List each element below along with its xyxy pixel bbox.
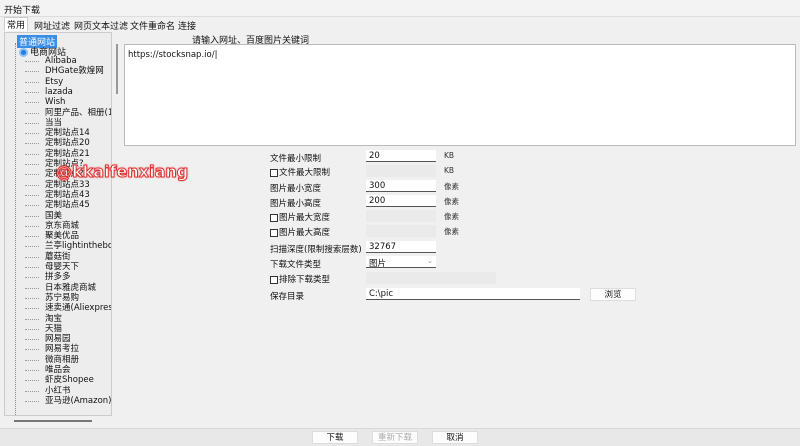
tree-horizontal-scrollbar[interactable]: [14, 420, 92, 422]
tree-item[interactable]: 网易园: [25, 334, 71, 344]
max-size-unit: KB: [444, 166, 455, 175]
tree-item[interactable]: 阿里产品、相册(16: [25, 108, 111, 118]
tab-url-filter[interactable]: 网址过滤: [32, 19, 72, 32]
tree-item[interactable]: 定制站点45: [25, 200, 90, 210]
tree-item[interactable]: 唯品会: [25, 365, 71, 375]
tree-item[interactable]: 网易考拉: [24, 344, 79, 354]
tree-item[interactable]: DHGate敦煌网: [25, 66, 104, 76]
depth-input[interactable]: 32767: [366, 241, 436, 253]
checkbox-icon: [270, 168, 278, 177]
tree-item[interactable]: 亚马逊(Amazon): [25, 396, 111, 406]
tree-item[interactable]: 兰亭lightinthebox: [25, 241, 111, 251]
min-size-unit: KB: [444, 151, 455, 160]
max-height-unit: 像素: [444, 227, 459, 236]
exclude-type-input[interactable]: [366, 272, 496, 284]
tree-item[interactable]: Etsy: [24, 77, 63, 87]
cancel-button[interactable]: 取消: [432, 431, 478, 444]
tree-item[interactable]: 拼多多: [25, 272, 71, 282]
file-type-label: 下载文件类型: [270, 260, 322, 270]
max-width-unit: 像素: [444, 212, 459, 221]
chevron-down-icon: ⌄: [427, 257, 433, 265]
max-height-checkbox[interactable]: 图片最大高度: [270, 226, 330, 238]
max-size-input[interactable]: [366, 165, 436, 177]
tree-item[interactable]: 天猫: [24, 324, 62, 334]
window-title: 开始下载: [4, 6, 41, 16]
tree-item[interactable]: 蘑菇街: [25, 252, 71, 262]
file-type-select[interactable]: 图片 ⌄: [366, 256, 436, 269]
min-width-input[interactable]: 300: [366, 180, 436, 192]
redownload-button[interactable]: 重新下载: [372, 431, 418, 444]
watermark: @kkaifenxiang: [55, 162, 189, 182]
node-icon: [19, 48, 28, 57]
browse-button[interactable]: 浏览: [590, 288, 636, 301]
tree-item[interactable]: 母婴天下: [24, 262, 79, 272]
min-height-unit: 像素: [444, 197, 459, 206]
checkbox-icon: [270, 213, 278, 222]
url-input[interactable]: https://stocksnap.io/|: [124, 44, 796, 146]
tree-item[interactable]: 聚美优品: [24, 231, 79, 241]
min-size-label: 文件最小限制: [270, 154, 322, 164]
tree-item[interactable]: 京东商城: [24, 221, 79, 231]
download-button[interactable]: 下载: [312, 431, 358, 444]
tree-item[interactable]: lazada: [25, 87, 73, 97]
save-dir-label: 保存目录: [270, 292, 305, 302]
max-width-checkbox[interactable]: 图片最大宽度: [270, 211, 330, 223]
tree-item[interactable]: 日本雅虎商城: [24, 283, 96, 293]
min-height-input[interactable]: 200: [366, 195, 436, 207]
max-height-input[interactable]: [366, 225, 436, 237]
min-width-label: 图片最小宽度: [270, 184, 322, 194]
min-width-unit: 像素: [444, 182, 459, 191]
tree-item[interactable]: 微商相册: [24, 355, 79, 365]
tree-item[interactable]: Wish: [24, 97, 65, 107]
tree-item[interactable]: 淘宝: [24, 314, 62, 324]
checkbox-icon: [270, 228, 278, 237]
depth-label: 扫描深度(限制搜索层数): [270, 245, 362, 255]
tab-connection[interactable]: 连接: [176, 19, 198, 32]
tab-common[interactable]: 常用: [4, 17, 29, 31]
tree-item[interactable]: 国美: [24, 211, 62, 221]
tab-rename[interactable]: 文件重命名: [128, 19, 177, 32]
tree-item[interactable]: 小红书: [25, 386, 71, 396]
tree-item[interactable]: 定制站点20: [25, 138, 90, 148]
splitter[interactable]: [116, 44, 118, 94]
tree-item[interactable]: 定制站点43: [25, 190, 90, 200]
max-size-checkbox[interactable]: 文件最大限制: [270, 166, 330, 178]
tree-item[interactable]: 当当: [24, 118, 62, 128]
tree-item[interactable]: 苏宁易购: [24, 293, 79, 303]
min-size-input[interactable]: 20: [366, 150, 436, 162]
tree-item[interactable]: Alibaba: [25, 56, 77, 66]
tree-item[interactable]: 虾皮Shopee: [25, 375, 94, 385]
title-bar: [0, 0, 800, 17]
min-height-label: 图片最小高度: [270, 199, 322, 209]
tree-item[interactable]: 定制站点14: [25, 128, 90, 138]
save-dir-input[interactable]: C:\pic: [366, 288, 580, 300]
max-width-input[interactable]: [366, 210, 436, 222]
site-tree[interactable]: 普通网站 电商网站 Alibaba DHGate敦煌网 Etsy lazada Wish…: [4, 32, 112, 416]
exclude-type-checkbox[interactable]: 排除下载类型: [270, 273, 330, 285]
url-value: https://stocksnap.io/: [128, 50, 215, 60]
tree-item[interactable]: 定制站点21: [25, 149, 90, 159]
tree-item[interactable]: 定制站点33: [25, 180, 90, 190]
checkbox-icon: [270, 275, 278, 284]
tree-item[interactable]: 速卖通(Aliexpress): [25, 303, 111, 313]
tab-text-filter[interactable]: 网页文本过滤: [72, 19, 130, 32]
tree-line: [15, 43, 16, 415]
